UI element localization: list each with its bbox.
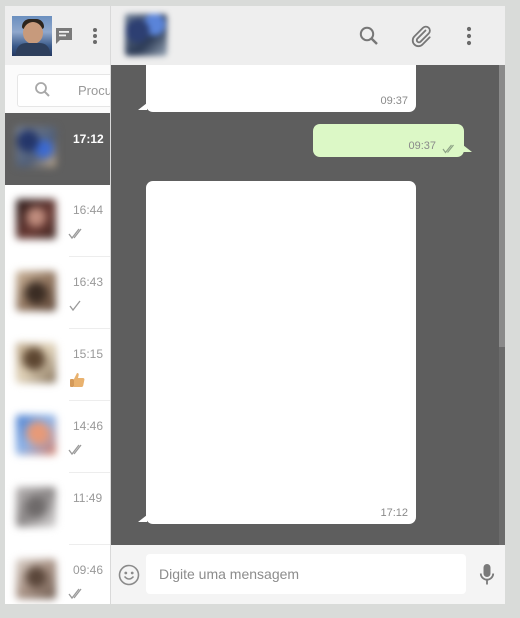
- chat-time: 09:46: [73, 563, 104, 577]
- sidebar-menu-icon[interactable]: [88, 25, 102, 47]
- attach-icon[interactable]: [408, 23, 434, 49]
- chat-time: 15:15: [73, 347, 104, 361]
- chat-list-item[interactable]: 15:15: [5, 329, 110, 401]
- chat-list-item[interactable]: 09:46: [5, 545, 110, 604]
- contact-avatar: [16, 343, 56, 383]
- my-profile-avatar[interactable]: [12, 16, 52, 56]
- message-time: 09:37: [380, 95, 408, 107]
- contact-avatar: [16, 127, 56, 167]
- message-composer: [111, 545, 505, 604]
- message-time: 09:37: [408, 140, 436, 152]
- chat-list-item[interactable]: 14:46: [5, 401, 110, 473]
- incoming-message[interactable]: 17:12: [146, 181, 416, 524]
- scrollbar-thumb[interactable]: [499, 65, 505, 347]
- search-icon[interactable]: [356, 23, 382, 49]
- menu-icon[interactable]: [461, 23, 477, 49]
- chat-list-item[interactable]: 16:43: [5, 257, 110, 329]
- contact-avatar: [16, 271, 56, 311]
- emoji-icon[interactable]: [117, 563, 141, 587]
- message-time: 17:12: [380, 507, 408, 519]
- double-check-icon: [68, 587, 86, 601]
- chat-time: 14:46: [73, 419, 104, 433]
- search-bar: [5, 65, 110, 114]
- double-check-icon: [442, 141, 458, 154]
- message-area: 09:37 09:37 17:12: [111, 65, 505, 545]
- contact-avatar: [16, 559, 56, 599]
- search-icon: [34, 81, 52, 99]
- microphone-icon[interactable]: [477, 561, 497, 589]
- contact-avatar[interactable]: [125, 14, 167, 56]
- incoming-message[interactable]: 09:37: [146, 65, 416, 112]
- chat-list-item[interactable]: 16:44: [5, 185, 110, 257]
- contact-avatar: [16, 199, 56, 239]
- chat-time: 16:43: [73, 275, 104, 289]
- sidebar: 17:12 16:44 16:43: [5, 6, 111, 604]
- whatsapp-web-app: 17:12 16:44 16:43: [5, 6, 505, 604]
- message-input[interactable]: [146, 554, 466, 594]
- chat-list: 17:12 16:44 16:43 15:15 14:46 11:49 09:4…: [5, 113, 110, 604]
- contact-avatar: [16, 415, 56, 455]
- conversation-panel: 09:37 09:37 17:12: [111, 6, 505, 604]
- chat-time: 16:44: [73, 203, 104, 217]
- sidebar-header: [5, 6, 110, 65]
- double-check-icon: [68, 227, 86, 241]
- new-chat-icon[interactable]: [53, 25, 75, 47]
- scrollbar-track: [499, 65, 505, 545]
- chat-list-item[interactable]: 17:12: [5, 113, 110, 185]
- double-check-icon: [68, 443, 86, 457]
- search-box[interactable]: [17, 74, 110, 107]
- chat-time: 11:49: [73, 491, 103, 505]
- chat-time: 17:12: [73, 132, 104, 146]
- thumbs-up-icon: [68, 371, 86, 387]
- search-input[interactable]: [78, 81, 110, 99]
- check-icon: [68, 299, 86, 313]
- conversation-header: [111, 6, 505, 65]
- chat-list-item[interactable]: 11:49: [5, 473, 110, 545]
- contact-avatar: [16, 487, 56, 527]
- outgoing-message[interactable]: 09:37: [313, 124, 464, 157]
